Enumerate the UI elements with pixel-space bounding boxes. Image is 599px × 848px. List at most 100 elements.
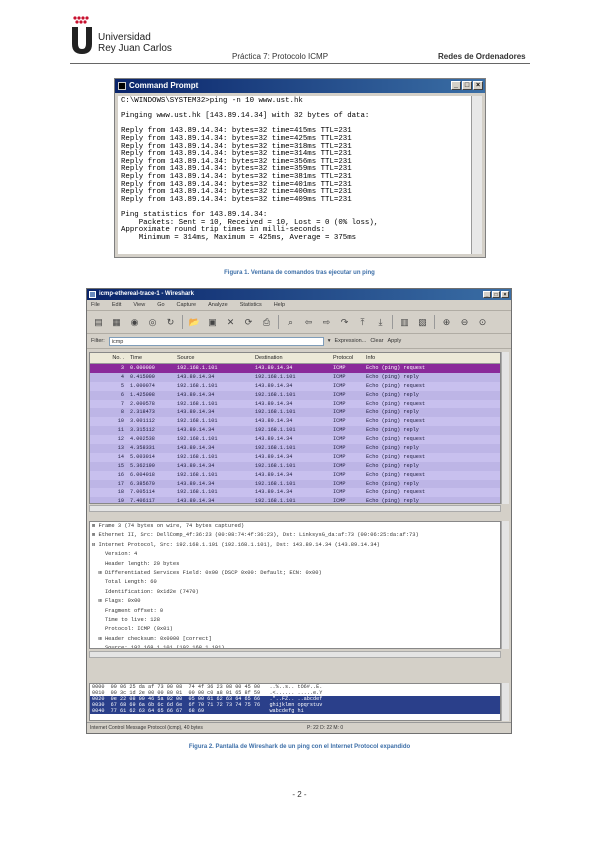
detail-line[interactable]: Identification: 0x1d2e (7470) bbox=[90, 588, 500, 597]
filter-dropdown-icon[interactable]: ▾ bbox=[328, 338, 331, 344]
detail-line[interactable]: Source: 192.168.1.101 (192.168.1.101) bbox=[90, 644, 500, 648]
packet-cell-no: 3 bbox=[120, 365, 124, 371]
filter-clear-button[interactable]: Clear bbox=[370, 338, 383, 344]
options-icon[interactable]: ▦ bbox=[110, 316, 123, 329]
packet-row[interactable]: 16 6.004018 192.168.1.101 143.89.14.34 ICMP E… bbox=[90, 470, 500, 480]
detail-line[interactable]: ⊞ Frame 3 (74 bytes on wire, 74 bytes ca… bbox=[90, 522, 500, 531]
packet-row[interactable]: 12 4.002538 192.168.1.101 143.89.14.34 ICMP E… bbox=[90, 435, 500, 445]
packet-cell-time: 5.362190 bbox=[130, 462, 155, 469]
ws-close-button[interactable]: × bbox=[501, 291, 509, 298]
menu-statistics[interactable]: Statistics bbox=[240, 300, 262, 310]
column-header-source[interactable]: Source bbox=[174, 353, 252, 363]
goto-icon[interactable]: ↷ bbox=[338, 316, 351, 329]
last-packet-icon[interactable]: ⤓ bbox=[374, 316, 387, 329]
bytes-scrollbar[interactable] bbox=[501, 683, 509, 721]
minimize-button[interactable]: _ bbox=[451, 81, 461, 90]
packet-row[interactable]: 7 2.000578 192.168.1.101 143.89.14.34 ICMP Ec… bbox=[90, 399, 500, 409]
print-icon[interactable]: ⎙ bbox=[260, 316, 273, 329]
maximize-button[interactable]: □ bbox=[462, 81, 472, 90]
university-name-line2: Rey Juan Carlos bbox=[98, 43, 172, 54]
packet-row[interactable]: 14 5.003014 192.168.1.101 143.89.14.34 ICMP E… bbox=[90, 452, 500, 462]
packet-list-scrollbar[interactable] bbox=[501, 352, 509, 504]
restart-icon[interactable]: ↻ bbox=[164, 316, 177, 329]
packet-row[interactable]: 15 5.362190 143.89.14.34 192.168.1.101 ICMP E… bbox=[90, 461, 500, 471]
packet-cell-dst: 143.89.14.34 bbox=[255, 471, 293, 478]
back-icon[interactable]: ⇦ bbox=[302, 316, 315, 329]
close-file-icon[interactable]: ✕ bbox=[224, 316, 237, 329]
filter-expression-button[interactable]: Expression... bbox=[335, 338, 367, 344]
detail-line[interactable]: Fragment offset: 0 bbox=[90, 607, 500, 616]
detail-line[interactable]: Version: 4 bbox=[90, 550, 500, 559]
menu-file[interactable]: File bbox=[91, 300, 100, 310]
column-header-protocol[interactable]: Protocol bbox=[330, 353, 363, 363]
console-line: Pinging www.ust.hk [143.89.14.34] with 3… bbox=[121, 112, 370, 121]
filter-input[interactable]: icmp bbox=[108, 336, 324, 346]
detail-line[interactable]: ⊞ Ethernet II, Src: DellComp_4f:36:23 (0… bbox=[90, 531, 500, 540]
packet-cell-info: Echo (ping) reply bbox=[366, 427, 419, 434]
packet-row[interactable]: 5 1.000074 192.168.1.101 143.89.14.34 ICMP Ec… bbox=[90, 381, 500, 391]
autoscroll-icon[interactable]: ▧ bbox=[416, 316, 429, 329]
packet-cell-src: 143.89.14.34 bbox=[177, 462, 215, 469]
start-capture-icon[interactable]: ◉ bbox=[128, 316, 141, 329]
packet-cell-no: 5 bbox=[120, 382, 124, 389]
filter-apply-button[interactable]: Apply bbox=[387, 338, 401, 344]
detail-line[interactable]: Time to live: 128 bbox=[90, 616, 500, 625]
packet-row[interactable]: 13 4.358331 143.89.14.34 192.168.1.101 ICMP E… bbox=[90, 444, 500, 453]
packet-row[interactable]: 4 0.415000 143.89.14.34 192.168.1.101 ICMP Ec… bbox=[90, 372, 500, 382]
packet-row[interactable]: 3 0.000000 192.168.1.101 143.89.14.34 ICMP Ec… bbox=[90, 364, 500, 373]
menu-help[interactable]: Help bbox=[274, 300, 285, 310]
packet-row[interactable]: 8 2.318473 143.89.14.34 192.168.1.101 ICMP Ec… bbox=[90, 408, 500, 418]
menu-edit[interactable]: Edit bbox=[112, 300, 121, 310]
packet-row[interactable]: 6 1.425098 143.89.14.34 192.168.1.101 ICMP Ec… bbox=[90, 390, 500, 400]
packet-list-hscrollbar[interactable] bbox=[89, 505, 501, 512]
stop-capture-icon[interactable]: ◎ bbox=[146, 316, 159, 329]
column-header-info[interactable]: Info bbox=[363, 353, 500, 363]
menu-go[interactable]: Go bbox=[157, 300, 164, 310]
detail-line[interactable]: ⊞ Flags: 0x00 bbox=[90, 597, 500, 606]
zoom-in-icon[interactable]: ⊕ bbox=[440, 316, 453, 329]
packet-row[interactable]: 11 3.315112 143.89.14.34 192.168.1.101 ICMP E… bbox=[90, 426, 500, 436]
details-scrollbar[interactable] bbox=[501, 521, 509, 649]
reload-icon[interactable]: ⟳ bbox=[242, 316, 255, 329]
find-icon[interactable]: ⌕ bbox=[284, 316, 297, 329]
menu-view[interactable]: View bbox=[133, 300, 145, 310]
first-packet-icon[interactable]: ⤒ bbox=[356, 316, 369, 329]
zoom-out-icon[interactable]: ⊖ bbox=[458, 316, 471, 329]
forward-icon[interactable]: ⇨ bbox=[320, 316, 333, 329]
header-course-title: Redes de Ordenadores bbox=[438, 52, 526, 61]
detail-line[interactable]: Total Length: 60 bbox=[90, 578, 500, 587]
save-icon[interactable]: ▣ bbox=[206, 316, 219, 329]
column-header-destination[interactable]: Destination bbox=[252, 353, 330, 363]
packet-cell-info: Echo (ping) request bbox=[366, 418, 426, 425]
packet-row[interactable]: 10 3.001112 192.168.1.101 143.89.14.34 ICMP E… bbox=[90, 417, 500, 427]
menu-capture[interactable]: Capture bbox=[177, 300, 197, 310]
column-header-time[interactable]: Time bbox=[127, 353, 174, 363]
detail-line[interactable]: ⊟ Internet Protocol, Src: 192.168.1.101 … bbox=[90, 541, 500, 550]
detail-line[interactable]: ⊞ Header checksum: 0x0000 [correct] bbox=[90, 635, 500, 644]
packet-row[interactable]: 17 6.385670 143.89.14.34 192.168.1.101 ICMP E… bbox=[90, 479, 500, 489]
packet-cell-dst: 143.89.14.34 bbox=[255, 382, 293, 389]
packet-cell-dst: 192.168.1.101 bbox=[255, 373, 296, 380]
detail-line[interactable]: Protocol: ICMP (0x01) bbox=[90, 625, 500, 634]
details-hscrollbar[interactable] bbox=[89, 651, 501, 658]
menu-analyze[interactable]: Analyze bbox=[208, 300, 228, 310]
console-icon bbox=[118, 82, 126, 90]
colorize-icon[interactable]: ▥ bbox=[398, 316, 411, 329]
detail-line[interactable]: Header length: 20 bytes bbox=[90, 560, 500, 569]
interfaces-icon[interactable]: ▤ bbox=[92, 316, 105, 329]
packet-cell-proto: ICMP bbox=[333, 400, 346, 407]
console-scrollbar[interactable] bbox=[471, 96, 482, 254]
detail-line[interactable]: ⊞ Differentiated Services Field: 0x00 (D… bbox=[90, 569, 500, 578]
packet-row[interactable]: 19 7.406117 143.89.14.34 192.168.1.101 ICMP E… bbox=[90, 497, 500, 504]
packet-cell-dst: 143.89.14.34 bbox=[255, 365, 293, 371]
open-icon[interactable]: 📂 bbox=[188, 316, 201, 329]
packet-cell-no: 19 bbox=[117, 498, 124, 504]
ws-maximize-button[interactable]: □ bbox=[492, 291, 500, 298]
close-button[interactable]: × bbox=[473, 81, 483, 90]
zoom-normal-icon[interactable]: ⊙ bbox=[476, 316, 489, 329]
header-divider bbox=[70, 63, 530, 64]
packet-row[interactable]: 18 7.005114 192.168.1.101 143.89.14.34 ICMP E… bbox=[90, 488, 500, 498]
column-header-no[interactable]: No. . bbox=[90, 353, 127, 363]
packet-cell-dst: 192.168.1.101 bbox=[255, 391, 296, 398]
ws-minimize-button[interactable]: _ bbox=[483, 291, 491, 298]
